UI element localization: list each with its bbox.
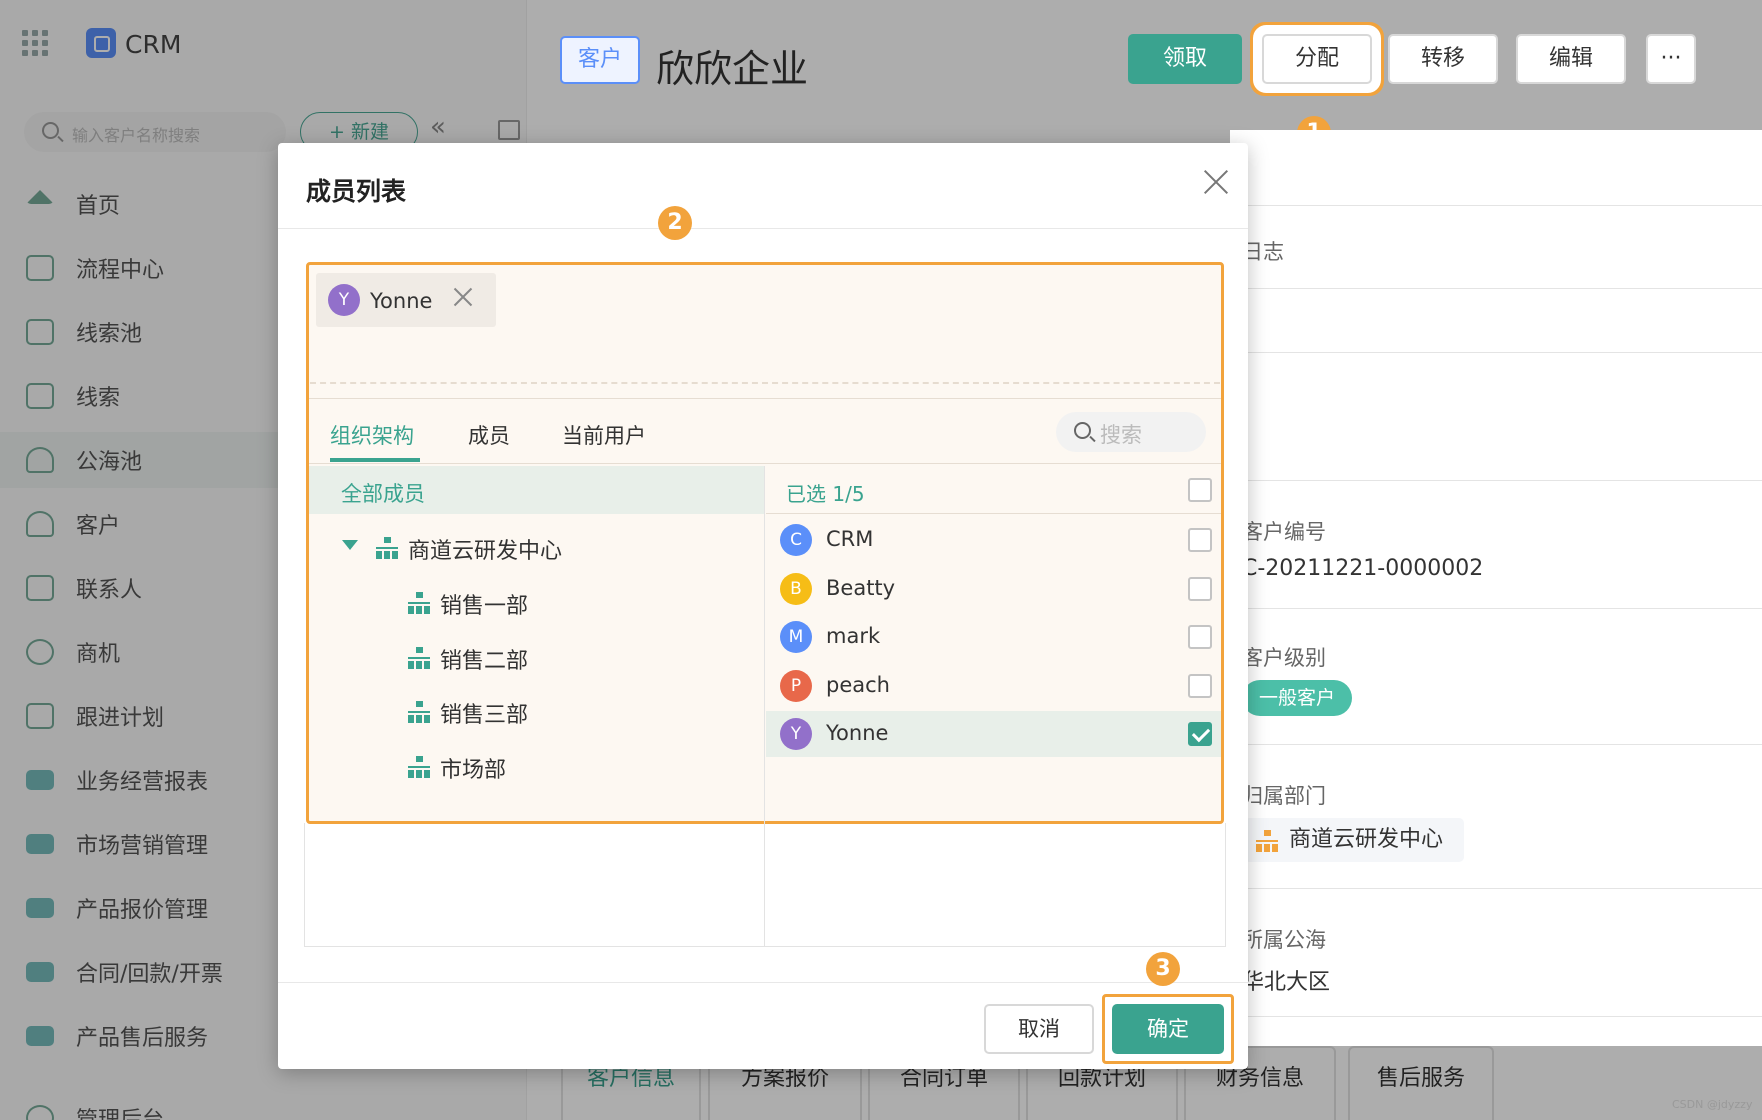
customer-no-value: C-20211221-0000002	[1242, 556, 1484, 581]
customer-badge: 客户	[560, 36, 640, 84]
avatar: P	[780, 670, 812, 702]
search-icon	[1074, 422, 1091, 439]
step-marker-3: 3	[1146, 952, 1180, 986]
member-row[interactable]: P peach	[766, 663, 1221, 709]
member-row[interactable]: B Beatty	[766, 566, 1221, 612]
divider	[1230, 480, 1762, 481]
member-search-input[interactable]: 搜索	[1056, 412, 1206, 452]
member-row[interactable]: C CRM	[766, 517, 1221, 563]
customer-level-tag: 一般客户	[1242, 680, 1352, 716]
close-icon[interactable]	[1202, 168, 1230, 196]
member-checkbox[interactable]	[1188, 722, 1212, 746]
avatar: C	[780, 524, 812, 556]
member-row[interactable]: Y Yonne	[766, 711, 1221, 757]
divider	[1230, 288, 1762, 289]
all-members-node[interactable]: 全部成员	[309, 466, 764, 514]
avatar: Y	[780, 718, 812, 750]
org-tree-icon	[408, 756, 430, 778]
log-tab[interactable]: 日志	[1242, 236, 1284, 266]
divider	[278, 982, 1248, 983]
remove-chip-icon[interactable]	[452, 286, 474, 308]
avatar: Y	[328, 284, 360, 316]
avatar: M	[780, 621, 812, 653]
page-title: 欣欣企业	[656, 47, 809, 91]
tree-node-dept[interactable]: 市场部	[440, 752, 506, 784]
caret-down-icon[interactable]	[342, 540, 358, 550]
list-frame	[304, 823, 1226, 947]
divider	[278, 228, 1248, 229]
divider	[1230, 205, 1762, 206]
tree-node-dept[interactable]: 销售三部	[440, 697, 528, 729]
org-tree-icon	[376, 537, 398, 559]
member-row[interactable]: M mark	[766, 614, 1221, 660]
tree-node-root[interactable]: 商道云研发中心	[408, 533, 562, 565]
assign-button[interactable]: 分配	[1262, 34, 1372, 84]
transfer-button[interactable]: 转移	[1388, 34, 1498, 84]
member-name: Yonne	[826, 721, 889, 745]
member-name: Beatty	[826, 576, 896, 600]
dept-value: 商道云研发中心	[1289, 827, 1444, 852]
confirm-button[interactable]: 确定	[1112, 1004, 1224, 1054]
more-button[interactable]: ···	[1646, 34, 1696, 84]
divider	[1230, 352, 1762, 353]
cancel-button[interactable]: 取消	[984, 1004, 1094, 1054]
selected-member-name: Yonne	[370, 289, 433, 313]
tab-members[interactable]: 成员	[468, 420, 510, 450]
divider	[1230, 744, 1762, 745]
member-checkbox[interactable]	[1188, 674, 1212, 698]
pool-label: 所属公海	[1242, 928, 1326, 952]
step-marker-2: 2	[658, 206, 692, 240]
org-tree-icon	[1256, 830, 1278, 852]
member-name: mark	[826, 624, 881, 648]
modal-title: 成员列表	[306, 177, 407, 206]
tree-node-dept[interactable]: 销售二部	[440, 643, 528, 675]
org-tree-icon	[408, 701, 430, 723]
divider	[1230, 1016, 1762, 1017]
pool-value: 华北大区	[1242, 970, 1331, 995]
tab-org-structure[interactable]: 组织架构	[330, 420, 414, 450]
tree-node-dept[interactable]: 销售一部	[440, 588, 528, 620]
divider	[310, 382, 1220, 384]
avatar: B	[780, 573, 812, 605]
member-name: peach	[826, 673, 890, 697]
divider	[1230, 888, 1762, 889]
select-all-checkbox[interactable]	[1188, 478, 1212, 502]
member-search-placeholder: 搜索	[1100, 423, 1142, 447]
customer-no-label: 客户编号	[1242, 520, 1326, 544]
tab-current-user[interactable]: 当前用户	[562, 420, 646, 450]
member-checkbox[interactable]	[1188, 577, 1212, 601]
column-divider	[764, 466, 765, 946]
org-tree-icon	[408, 647, 430, 669]
selected-count: 已选 1/5	[766, 466, 1221, 514]
member-checkbox[interactable]	[1188, 528, 1212, 552]
active-tab-indicator	[330, 458, 420, 462]
org-tree-icon	[408, 592, 430, 614]
customer-detail-panel-lit	[1230, 130, 1762, 1046]
customer-level-label: 客户级别	[1242, 646, 1326, 670]
dept-tag: 商道云研发中心	[1244, 818, 1464, 862]
member-name: CRM	[826, 527, 874, 551]
member-checkbox[interactable]	[1188, 625, 1212, 649]
claim-button[interactable]: 领取	[1128, 34, 1242, 84]
dept-label: 归属部门	[1242, 784, 1326, 808]
divider	[1230, 608, 1762, 609]
edit-button[interactable]: 编辑	[1516, 34, 1626, 84]
watermark: CSDN @jdyzzy	[1672, 1098, 1753, 1111]
